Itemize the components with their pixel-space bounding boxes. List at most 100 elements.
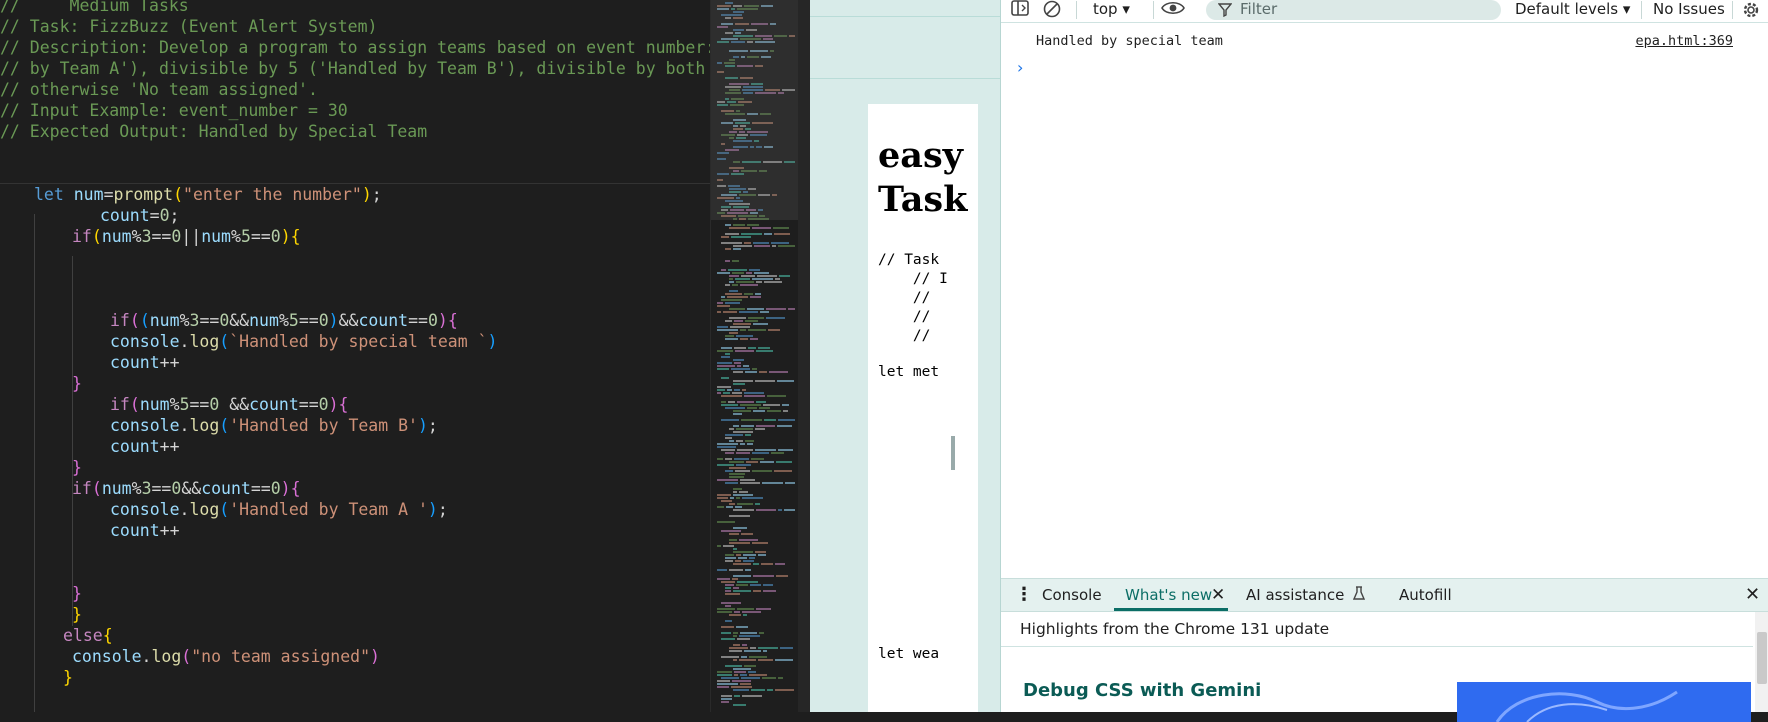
- minimap-stroke: [753, 590, 761, 592]
- minimap-stroke: [729, 308, 745, 310]
- number-literal: 3: [189, 311, 200, 330]
- minimap-stroke: [733, 323, 751, 325]
- string-no-team: "no team assigned": [191, 647, 371, 666]
- console-source-link[interactable]: epa.html:369: [1635, 33, 1733, 49]
- minimap-stroke: [739, 539, 758, 541]
- minimap-stroke: [733, 587, 739, 589]
- number-literal: 0: [427, 311, 438, 330]
- minimap-stroke: [721, 602, 741, 604]
- minimap-stroke: [777, 380, 794, 382]
- minimap-stroke: [717, 365, 735, 367]
- minimap-stroke: [729, 515, 750, 517]
- number-literal: 5: [288, 311, 299, 330]
- minimap-stroke: [755, 503, 760, 505]
- code-editor[interactable]: // Medium Tasks // Task: FizzBuzz (Event…: [0, 0, 712, 712]
- minimap-stroke: [775, 689, 794, 691]
- minimap-stroke: [755, 551, 766, 553]
- var-num: num: [101, 227, 132, 246]
- minimap-stroke: [780, 647, 793, 649]
- minimap-stroke: [725, 590, 731, 592]
- number-literal: 5: [240, 227, 251, 246]
- minimap-stroke: [752, 542, 768, 544]
- minimap-stroke: [775, 278, 780, 280]
- minimap-stroke: [752, 452, 769, 454]
- context-selector[interactable]: top ▾: [1093, 0, 1130, 22]
- editor-minimap[interactable]: [710, 0, 801, 712]
- minimap-stroke: [744, 242, 751, 244]
- feature-title[interactable]: Debug CSS with Gemini: [1023, 680, 1261, 701]
- minimap-stroke: [741, 275, 755, 277]
- minimap-stroke: [717, 350, 733, 352]
- minimap-stroke: [733, 431, 753, 433]
- minimap-stroke: [752, 470, 772, 472]
- more-tabs-kebab-icon[interactable]: ⋮: [1015, 579, 1033, 611]
- minimap-stroke: [744, 395, 765, 397]
- minimap-stroke: [741, 677, 760, 679]
- minimap-stroke: [767, 689, 773, 691]
- minimap-stroke: [717, 302, 723, 304]
- minimap-stroke: [763, 584, 773, 586]
- page-code-line: let wea: [878, 646, 940, 662]
- log-levels-dropdown[interactable]: Default levels ▾: [1515, 0, 1630, 22]
- minimap-stroke: [748, 317, 764, 319]
- minimap-stroke: [745, 569, 751, 571]
- issues-button[interactable]: No Issues: [1653, 0, 1725, 22]
- minimap-stroke: [748, 671, 756, 673]
- context-label: top: [1093, 0, 1118, 18]
- minimap-stroke: [721, 677, 739, 679]
- tab-whats-new[interactable]: What's new: [1125, 579, 1212, 611]
- minimap-stroke: [736, 626, 748, 628]
- close-drawer-icon[interactable]: ✕: [1745, 579, 1760, 611]
- minimap-stroke: [764, 281, 782, 283]
- minimap-stroke: [745, 371, 757, 373]
- minimap-stroke: [725, 482, 738, 484]
- minimap-stroke: [717, 443, 738, 445]
- minimap-stroke: [726, 506, 733, 508]
- minimap-stroke: [732, 260, 739, 262]
- console-prompt-chevron-icon[interactable]: ›: [1017, 58, 1023, 77]
- drawer-divider: [1001, 646, 1753, 647]
- console-message-text: Handled by special team: [1036, 33, 1223, 49]
- minimap-stroke: [763, 404, 780, 406]
- minimap-stroke: [741, 656, 747, 658]
- minimap-stroke: [758, 347, 770, 349]
- var-count: count: [110, 353, 160, 372]
- minimap-stroke: [717, 305, 730, 307]
- minimap-stroke: [728, 269, 747, 271]
- minimap-stroke: [737, 608, 754, 610]
- minimap-stroke: [729, 278, 733, 280]
- number-literal: 3: [141, 479, 152, 498]
- editor-scrollbar[interactable]: [798, 0, 810, 712]
- fn-log: log: [189, 416, 220, 435]
- active-tab-indicator: [1114, 608, 1228, 611]
- clear-console-icon[interactable]: [1043, 0, 1061, 22]
- minimap-stroke: [750, 584, 761, 586]
- minimap-stroke: [729, 467, 746, 469]
- settings-gear-icon[interactable]: [1741, 0, 1761, 22]
- var-count: count: [110, 521, 160, 540]
- tab-console[interactable]: Console: [1042, 579, 1102, 611]
- minimap-stroke: [725, 458, 732, 460]
- live-expression-eye-icon[interactable]: [1161, 0, 1185, 22]
- minimap-stroke: [729, 542, 750, 544]
- minimap-stroke: [729, 533, 739, 535]
- tab-autofill[interactable]: Autofill: [1399, 579, 1452, 611]
- minimap-stroke: [742, 695, 762, 697]
- minimap-stroke: [725, 260, 730, 262]
- drawer-scrollbar[interactable]: [1755, 612, 1768, 712]
- minimap-stroke: [771, 242, 789, 244]
- close-tab-icon[interactable]: ✕: [1211, 579, 1225, 611]
- minimap-stroke: [740, 674, 747, 676]
- filter-input[interactable]: Filter: [1206, 0, 1501, 20]
- panel-resize-handle[interactable]: [951, 436, 955, 470]
- toolbar-divider: [1732, 1, 1733, 19]
- minimap-viewport[interactable]: [711, 0, 801, 220]
- minimap-stroke: [773, 227, 789, 229]
- scrollbar-thumb[interactable]: [1757, 632, 1767, 684]
- minimap-stroke: [736, 281, 754, 283]
- code-line: if(num%3==0||num%5==0){: [72, 227, 301, 246]
- minimap-stroke: [764, 233, 772, 235]
- sidebar-toggle-icon[interactable]: [1011, 0, 1029, 22]
- tab-ai-assistance[interactable]: AI assistance: [1246, 579, 1366, 611]
- minimap-stroke: [725, 335, 734, 337]
